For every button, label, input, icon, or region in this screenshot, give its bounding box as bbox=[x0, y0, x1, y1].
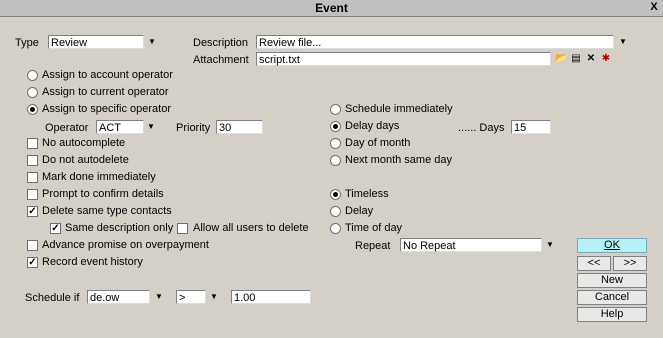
attachment-label: Attachment bbox=[193, 54, 249, 66]
type-select[interactable]: Review bbox=[48, 35, 144, 49]
next-month-label: Next month same day bbox=[345, 154, 452, 166]
days-label: ...... Days bbox=[458, 122, 505, 134]
operator-select[interactable]: ACT bbox=[96, 120, 144, 134]
schedule-immediately-radio[interactable] bbox=[330, 104, 341, 115]
do-not-autodelete-label: Do not autodelete bbox=[42, 154, 129, 166]
find-icon[interactable]: ✱ bbox=[600, 53, 612, 65]
delete-same-type-label: Delete same type contacts bbox=[42, 205, 172, 217]
priority-label: Priority bbox=[176, 122, 211, 134]
assign-specific-label: Assign to specific operator bbox=[42, 103, 172, 115]
schedule-immediately-label: Schedule immediately bbox=[345, 103, 453, 115]
open-folder-icon[interactable]: 📂 bbox=[555, 53, 567, 65]
assign-account-radio[interactable] bbox=[27, 70, 38, 81]
delete-same-type-checkbox[interactable]: ✓ bbox=[27, 206, 38, 217]
schedule-if-field-dropdown-icon[interactable]: ▼ bbox=[152, 290, 166, 304]
no-autocomplete-label: No autocomplete bbox=[42, 137, 126, 149]
timeless-radio[interactable] bbox=[330, 189, 341, 200]
assign-specific-radio[interactable] bbox=[27, 104, 38, 115]
attachment-input[interactable]: script.txt bbox=[256, 52, 551, 66]
title-bar: Event X bbox=[0, 0, 663, 17]
record-history-checkbox[interactable]: ✓ bbox=[27, 257, 38, 268]
type-dropdown-icon[interactable]: ▼ bbox=[145, 35, 159, 49]
next-month-radio[interactable] bbox=[330, 155, 341, 166]
time-of-day-radio[interactable] bbox=[330, 223, 341, 234]
delete-icon[interactable]: ✕ bbox=[585, 53, 597, 65]
cancel-button[interactable]: Cancel bbox=[577, 290, 647, 305]
window-title: Event bbox=[315, 1, 348, 15]
next-button[interactable]: >> bbox=[613, 256, 647, 271]
no-autocomplete-checkbox[interactable] bbox=[27, 138, 38, 149]
schedule-if-value-input[interactable]: 1.00 bbox=[231, 290, 311, 304]
previous-button[interactable]: << bbox=[577, 256, 611, 271]
description-input[interactable]: Review file... bbox=[256, 35, 614, 49]
delay-label: Delay bbox=[345, 205, 374, 217]
operator-dropdown-icon[interactable]: ▼ bbox=[144, 120, 158, 134]
schedule-if-field-select[interactable]: de.ow bbox=[87, 290, 150, 304]
same-description-label: Same description only bbox=[65, 222, 174, 234]
delay-days-radio[interactable] bbox=[330, 121, 341, 132]
day-of-month-label: Day of month bbox=[345, 137, 411, 149]
print-icon[interactable]: ▤ bbox=[570, 53, 582, 65]
delay-days-label: Delay days bbox=[345, 120, 400, 132]
record-history-label: Record event history bbox=[42, 256, 143, 268]
advance-promise-label: Advance promise on overpayment bbox=[42, 239, 209, 251]
repeat-select[interactable]: No Repeat bbox=[400, 238, 542, 252]
timeless-label: Timeless bbox=[345, 188, 389, 200]
assign-current-radio[interactable] bbox=[27, 87, 38, 98]
description-dropdown-icon[interactable]: ▼ bbox=[616, 35, 630, 49]
schedule-if-operator-dropdown-icon[interactable]: ▼ bbox=[207, 290, 221, 304]
new-button[interactable]: New bbox=[577, 273, 647, 288]
days-input[interactable]: 15 bbox=[511, 120, 551, 134]
operator-label: Operator bbox=[45, 122, 89, 134]
priority-input[interactable]: 30 bbox=[216, 120, 263, 134]
prompt-confirm-label: Prompt to confirm details bbox=[42, 188, 164, 200]
repeat-dropdown-icon[interactable]: ▼ bbox=[543, 238, 557, 252]
allow-all-users-label: Allow all users to delete bbox=[193, 222, 309, 234]
same-description-checkbox[interactable]: ✓ bbox=[50, 223, 61, 234]
delay-radio[interactable] bbox=[330, 206, 341, 217]
mark-done-label: Mark done immediately bbox=[42, 171, 156, 183]
do-not-autodelete-checkbox[interactable] bbox=[27, 155, 38, 166]
ok-button[interactable]: OK bbox=[577, 238, 647, 253]
allow-all-users-checkbox[interactable] bbox=[177, 223, 188, 234]
repeat-label: Repeat bbox=[355, 240, 391, 252]
schedule-if-label: Schedule if bbox=[25, 292, 80, 304]
day-of-month-radio[interactable] bbox=[330, 138, 341, 149]
schedule-if-operator-select[interactable]: > bbox=[176, 290, 206, 304]
description-label: Description bbox=[193, 37, 249, 49]
assign-account-label: Assign to account operator bbox=[42, 69, 173, 81]
assign-current-label: Assign to current operator bbox=[42, 86, 169, 98]
prompt-confirm-checkbox[interactable] bbox=[27, 189, 38, 200]
help-button[interactable]: Help bbox=[577, 307, 647, 322]
mark-done-checkbox[interactable] bbox=[27, 172, 38, 183]
type-label: Type bbox=[15, 37, 39, 49]
close-icon[interactable]: X bbox=[648, 1, 660, 13]
time-of-day-label: Time of day bbox=[345, 222, 403, 234]
advance-promise-checkbox[interactable] bbox=[27, 240, 38, 251]
